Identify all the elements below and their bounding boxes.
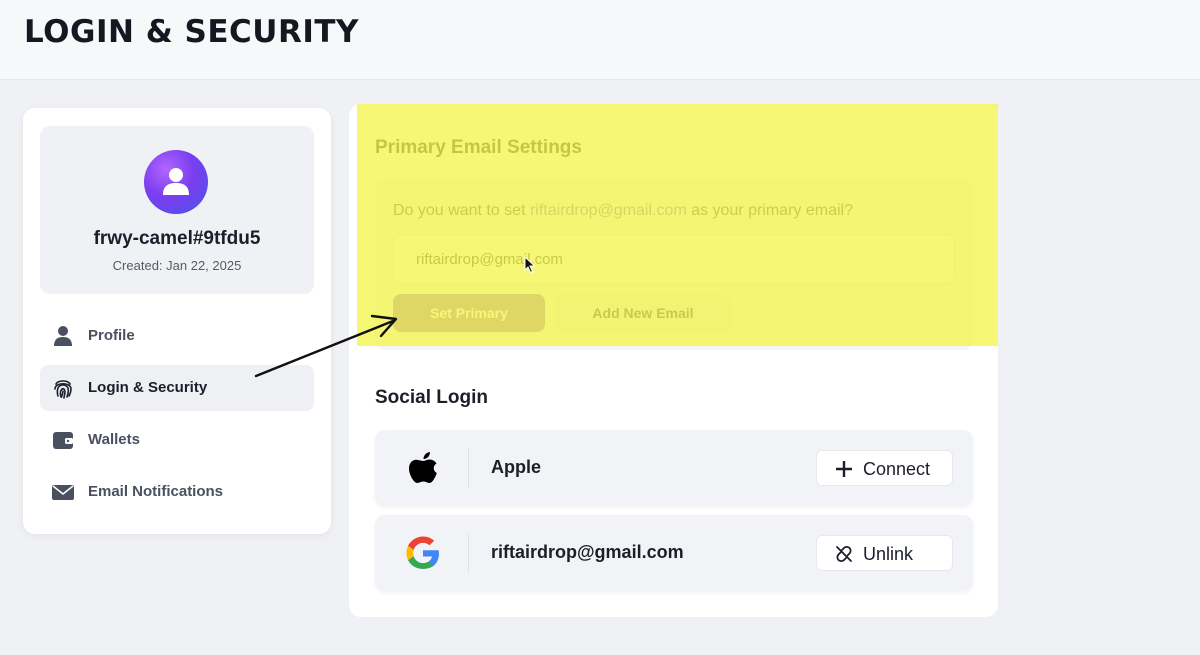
sidebar-item-label: Email Notifications xyxy=(88,483,224,500)
avatar xyxy=(144,150,208,214)
created-date: Created: Jan 22, 2025 xyxy=(112,258,242,273)
sidebar-item-login-security[interactable]: Login & Security xyxy=(40,365,314,411)
question-prefix: Do you want to set xyxy=(393,202,526,219)
question-email: riftairdrop@gmail.com xyxy=(529,202,687,219)
person-icon xyxy=(54,326,72,346)
primary-email-panel: Do you want to set riftairdrop@gmail.com… xyxy=(375,178,973,350)
question-suffix: as your primary email? xyxy=(691,202,853,219)
mouse-cursor-icon xyxy=(524,256,536,274)
unlink-icon xyxy=(836,545,852,563)
add-new-email-button[interactable]: Add New Email xyxy=(555,294,731,332)
social-row-apple: Apple Connect xyxy=(375,430,973,506)
wallet-icon xyxy=(53,432,73,449)
top-bar: LOGIN & SECURITY xyxy=(0,0,1200,80)
divider xyxy=(468,448,469,488)
sidebar-item-profile[interactable]: Profile xyxy=(40,313,314,359)
plus-icon xyxy=(836,461,852,477)
set-primary-button[interactable]: Set Primary xyxy=(393,294,545,332)
page-title: LOGIN & SECURITY xyxy=(24,14,359,50)
unlink-label: Unlink xyxy=(863,544,914,564)
unlink-button[interactable]: Unlink xyxy=(816,535,953,571)
divider xyxy=(468,533,469,573)
email-field[interactable] xyxy=(393,234,955,284)
sidebar-item-label: Wallets xyxy=(88,431,140,448)
fingerprint-icon xyxy=(54,380,72,399)
google-icon xyxy=(406,536,439,569)
connect-label: Connect xyxy=(863,459,931,479)
provider-name: riftairdrop@gmail.com xyxy=(491,542,684,562)
social-login-title: Social Login xyxy=(375,387,488,408)
primary-email-title: Primary Email Settings xyxy=(375,137,582,158)
sidebar-item-label: Profile xyxy=(88,327,135,344)
sidebar: frwy-camel#9tfdu5 Created: Jan 22, 2025 … xyxy=(23,108,331,534)
sidebar-item-email-notifications[interactable]: Email Notifications xyxy=(40,469,314,515)
user-icon xyxy=(163,168,189,195)
username: frwy-camel#9tfdu5 xyxy=(93,228,261,249)
sidebar-item-label: Login & Security xyxy=(88,379,208,396)
envelope-icon xyxy=(52,485,74,500)
provider-name: Apple xyxy=(491,457,542,477)
social-row-google: riftairdrop@gmail.com Unlink xyxy=(375,515,973,591)
apple-icon xyxy=(409,452,437,483)
sidebar-item-wallets[interactable]: Wallets xyxy=(40,417,314,463)
connect-button[interactable]: Connect xyxy=(816,450,953,486)
primary-email-question: Do you want to set riftairdrop@gmail.com… xyxy=(393,202,853,220)
profile-card: frwy-camel#9tfdu5 Created: Jan 22, 2025 xyxy=(40,126,314,294)
